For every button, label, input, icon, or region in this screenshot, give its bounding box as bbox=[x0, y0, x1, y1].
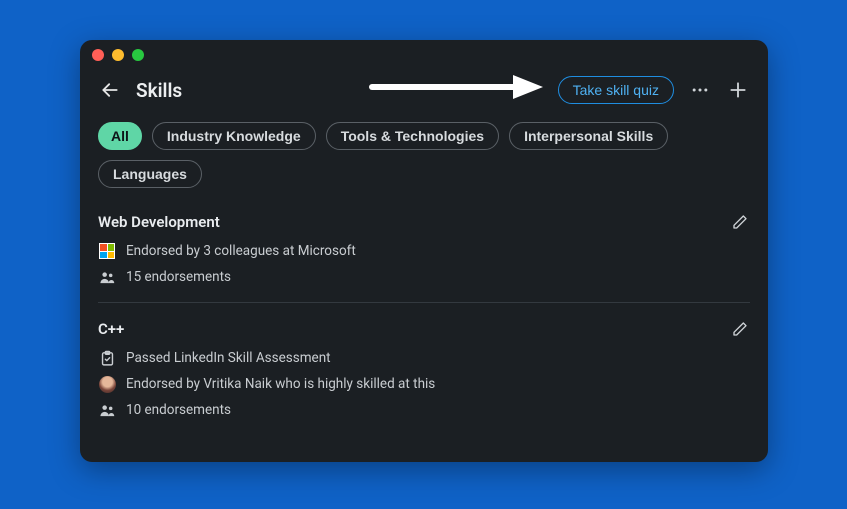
plus-icon bbox=[728, 80, 748, 100]
avatar-icon bbox=[99, 376, 116, 393]
filter-chip-industry-knowledge[interactable]: Industry Knowledge bbox=[152, 122, 316, 150]
ellipsis-icon bbox=[690, 80, 710, 100]
filter-chip-interpersonal-skills[interactable]: Interpersonal Skills bbox=[509, 122, 668, 150]
filter-chip-tools-technologies[interactable]: Tools & Technologies bbox=[326, 122, 499, 150]
avatar bbox=[98, 375, 116, 393]
take-skill-quiz-button[interactable]: Take skill quiz bbox=[558, 76, 674, 104]
skill-item: Web Development Endorsed by 3 colleagues … bbox=[98, 202, 750, 302]
app-window: Skills Take skill quiz All Industry Knowl… bbox=[80, 40, 768, 462]
close-window-button[interactable] bbox=[92, 49, 104, 61]
skill-header: Web Development bbox=[98, 212, 750, 232]
skill-item: C++Passed LinkedIn Skill Assessment Endor… bbox=[98, 302, 750, 435]
microsoft-logo-icon bbox=[99, 243, 115, 259]
titlebar bbox=[80, 40, 768, 70]
filter-chip-languages[interactable]: Languages bbox=[98, 160, 202, 188]
pencil-icon bbox=[732, 214, 748, 230]
filter-chip-all[interactable]: All bbox=[98, 122, 142, 150]
skill-detail-text: Passed LinkedIn Skill Assessment bbox=[126, 350, 331, 366]
skill-detail-text: Endorsed by Vritika Naik who is highly s… bbox=[126, 376, 435, 392]
back-button[interactable] bbox=[98, 78, 122, 102]
people-icon bbox=[98, 268, 116, 286]
arrow-left-icon bbox=[100, 80, 120, 100]
skill-detail-text: 15 endorsements bbox=[126, 269, 231, 285]
skills-list: Web Development Endorsed by 3 colleagues … bbox=[80, 202, 768, 453]
skill-detail-row: 15 endorsements bbox=[98, 268, 750, 286]
skill-name: C++ bbox=[98, 320, 124, 338]
people-icon bbox=[98, 401, 116, 419]
skill-detail-text: Endorsed by 3 colleagues at Microsoft bbox=[126, 243, 356, 259]
edit-skill-button[interactable] bbox=[730, 212, 750, 232]
clipboard-check-icon bbox=[98, 349, 116, 367]
skill-detail-row: Passed LinkedIn Skill Assessment bbox=[98, 349, 750, 367]
skill-detail-text: 10 endorsements bbox=[126, 402, 231, 418]
skill-detail-row: Endorsed by Vritika Naik who is highly s… bbox=[98, 375, 750, 393]
add-skill-button[interactable] bbox=[726, 78, 750, 102]
more-options-button[interactable] bbox=[688, 78, 712, 102]
skill-detail-row: Endorsed by 3 colleagues at Microsoft bbox=[98, 242, 750, 260]
pencil-icon bbox=[732, 321, 748, 337]
skill-name: Web Development bbox=[98, 213, 220, 231]
skill-detail-row: 10 endorsements bbox=[98, 401, 750, 419]
microsoft-logo bbox=[98, 242, 116, 260]
page-title: Skills bbox=[136, 79, 182, 102]
maximize-window-button[interactable] bbox=[132, 49, 144, 61]
skill-header: C++ bbox=[98, 319, 750, 339]
filter-chips: All Industry Knowledge Tools & Technologie… bbox=[80, 114, 768, 202]
page-header: Skills Take skill quiz bbox=[80, 70, 768, 114]
minimize-window-button[interactable] bbox=[112, 49, 124, 61]
edit-skill-button[interactable] bbox=[730, 319, 750, 339]
